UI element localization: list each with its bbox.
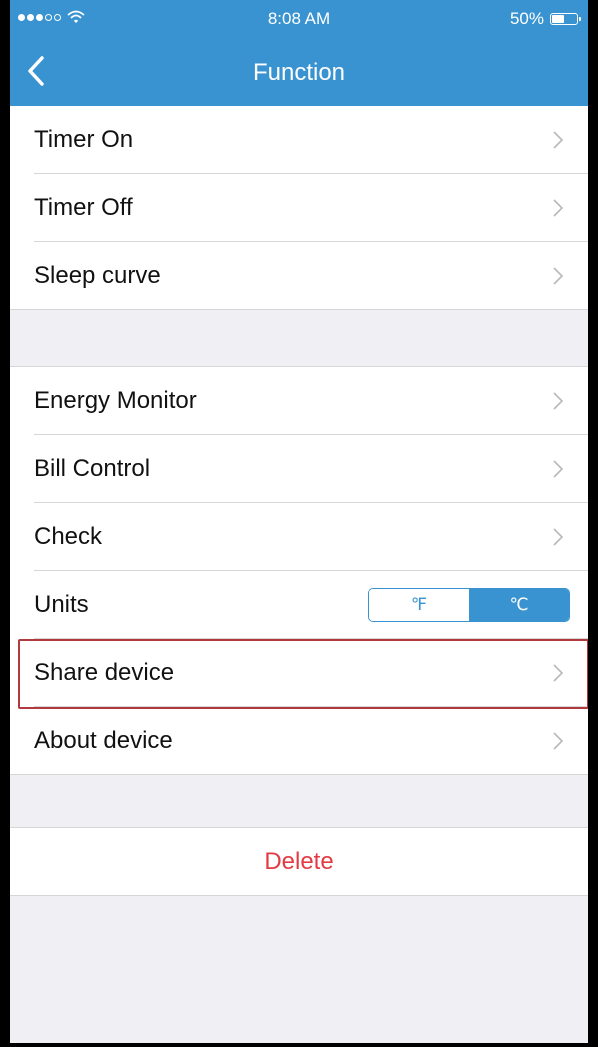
- chevron-right-icon: [553, 130, 564, 149]
- delete-group: Delete: [10, 827, 588, 896]
- battery-percent: 50%: [509, 9, 544, 28]
- row-label: Energy Monitor: [34, 386, 197, 414]
- check-row[interactable]: Check: [34, 503, 588, 571]
- about-device-row[interactable]: About device: [34, 707, 588, 774]
- timer-on-row[interactable]: Timer On: [34, 106, 588, 174]
- row-label: Units: [34, 590, 89, 618]
- battery-fill: [552, 15, 564, 23]
- sleep-curve-row[interactable]: Sleep curve: [34, 242, 588, 309]
- battery-icon: [550, 13, 581, 25]
- chevron-right-icon: [553, 391, 564, 410]
- chevron-right-icon: [553, 527, 564, 546]
- timer-settings-group: Timer On Timer Off Sleep curve: [10, 106, 588, 310]
- chevron-right-icon: [553, 731, 564, 750]
- chevron-right-icon: [553, 663, 564, 682]
- row-label: About device: [34, 726, 173, 754]
- celsius-option[interactable]: ℃: [469, 588, 569, 621]
- row-label: Sleep curve: [34, 261, 161, 289]
- bill-control-row[interactable]: Bill Control: [34, 435, 588, 503]
- nav-bar: Function: [10, 40, 588, 106]
- status-bar: 8:08 AM 50%: [10, 0, 588, 40]
- row-label: Timer On: [34, 125, 134, 153]
- status-time: 8:08 AM: [267, 9, 331, 28]
- delete-button[interactable]: Delete: [10, 828, 588, 895]
- fahrenheit-option[interactable]: ℉: [369, 588, 469, 621]
- chevron-right-icon: [553, 459, 564, 478]
- timer-off-row[interactable]: Timer Off: [34, 174, 588, 242]
- chevron-right-icon: [553, 198, 564, 217]
- chevron-right-icon: [553, 266, 564, 285]
- phone-screen: 8:08 AM 50% Function Timer On Timer Off: [0, 0, 598, 1047]
- row-label: Timer Off: [34, 193, 133, 221]
- device-settings-group: Energy Monitor Bill Control Check Units …: [10, 366, 588, 775]
- row-label: Share device: [34, 658, 175, 686]
- share-device-row[interactable]: Share device: [18, 639, 588, 709]
- page-title: Function: [252, 59, 346, 86]
- row-label: Bill Control: [34, 454, 151, 482]
- units-toggle[interactable]: ℉ ℃: [368, 587, 570, 622]
- row-label: Check: [34, 522, 103, 550]
- energy-monitor-row[interactable]: Energy Monitor: [34, 367, 588, 435]
- units-row: Units ℉ ℃: [34, 571, 588, 639]
- status-right: 50%: [509, 9, 581, 29]
